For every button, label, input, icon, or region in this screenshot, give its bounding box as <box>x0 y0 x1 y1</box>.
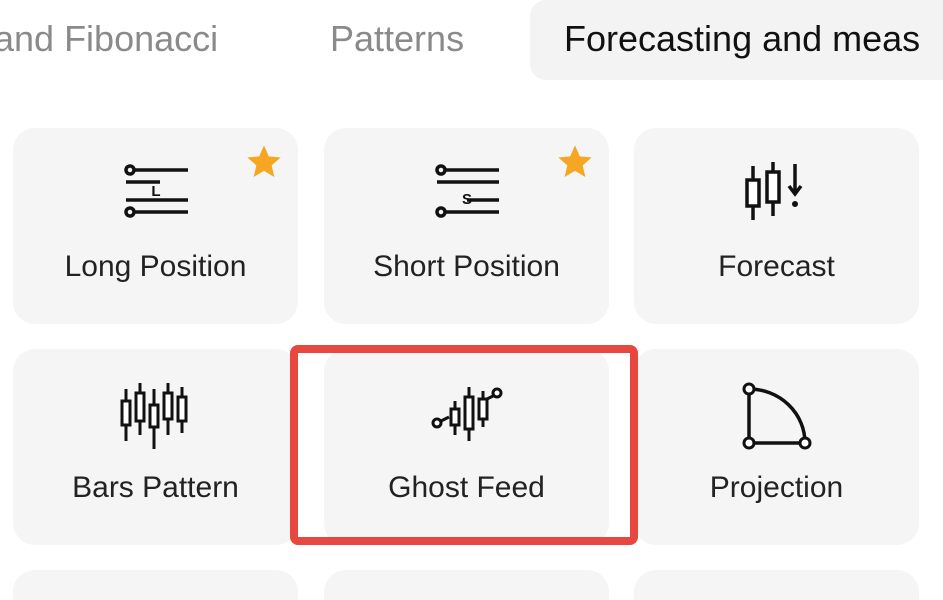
tool-card-partial[interactable] <box>634 570 919 600</box>
tool-category-tabs: and Fibonacci Patterns Forecasting and m… <box>0 0 943 82</box>
tool-card-short-position[interactable]: S Short Position <box>324 128 609 324</box>
long-position-icon: L <box>123 164 188 218</box>
forecast-icon <box>744 162 802 220</box>
short-position-icon: S <box>434 164 499 218</box>
tool-label: Short Position <box>373 250 560 283</box>
tool-card-partial[interactable] <box>324 570 609 600</box>
short-letter: S <box>461 191 471 208</box>
star-icon[interactable] <box>244 142 284 182</box>
tool-label: Ghost Feed <box>388 471 545 504</box>
tool-label: Projection <box>709 471 844 504</box>
long-letter: L <box>151 183 160 200</box>
tab-lines-and-fibonacci[interactable]: and Fibonacci <box>0 0 218 80</box>
tool-card-bars-pattern[interactable]: Bars Pattern <box>13 349 298 545</box>
tool-card-partial[interactable] <box>13 570 298 600</box>
tool-card-projection[interactable]: Projection <box>634 349 919 545</box>
tool-label: Bars Pattern <box>72 471 239 504</box>
tool-label: Forecast <box>718 250 835 283</box>
ghost-feed-icon <box>431 387 502 441</box>
star-icon[interactable] <box>555 142 595 182</box>
tab-patterns[interactable]: Patterns <box>330 0 464 80</box>
tab-forecasting-and-measurement[interactable]: Forecasting and meas <box>530 0 943 80</box>
tool-card-ghost-feed[interactable]: Ghost Feed <box>324 349 609 545</box>
projection-icon <box>742 382 811 450</box>
tool-label: Long Position <box>64 250 247 283</box>
tool-card-forecast[interactable]: Forecast <box>634 128 919 324</box>
tool-card-long-position[interactable]: L Long Position <box>13 128 298 324</box>
bars-pattern-icon <box>120 383 187 449</box>
